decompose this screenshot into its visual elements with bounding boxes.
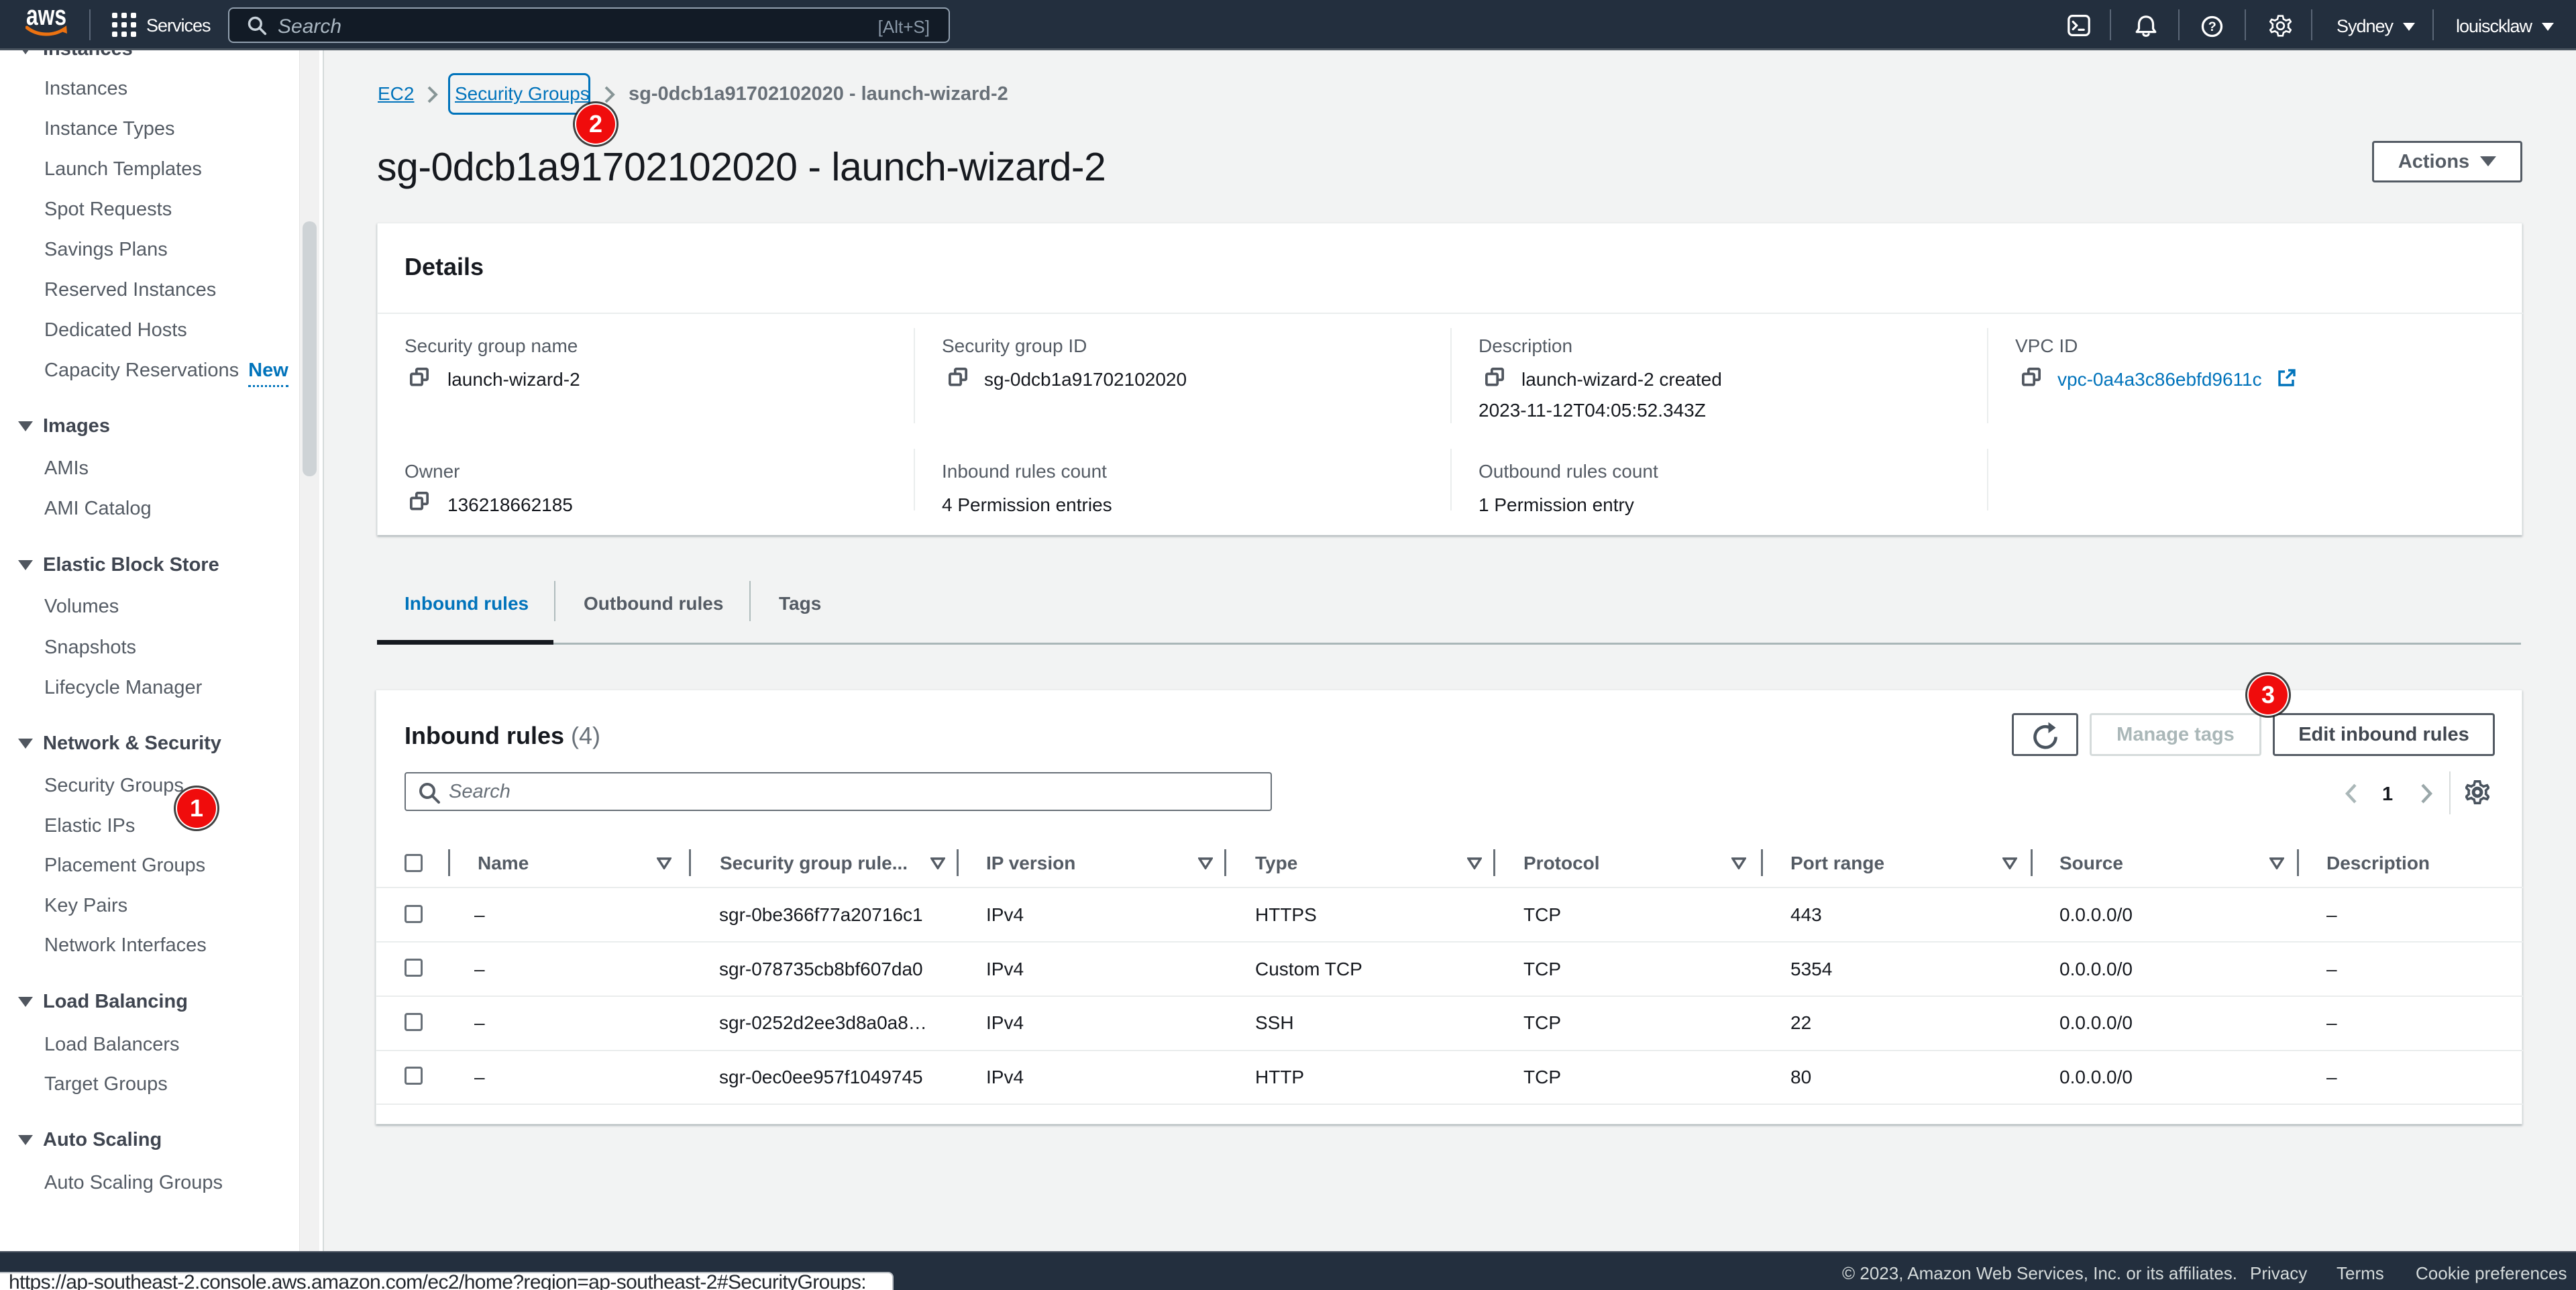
- svg-text:?: ?: [2208, 19, 2216, 34]
- svg-text:aws: aws: [26, 5, 66, 31]
